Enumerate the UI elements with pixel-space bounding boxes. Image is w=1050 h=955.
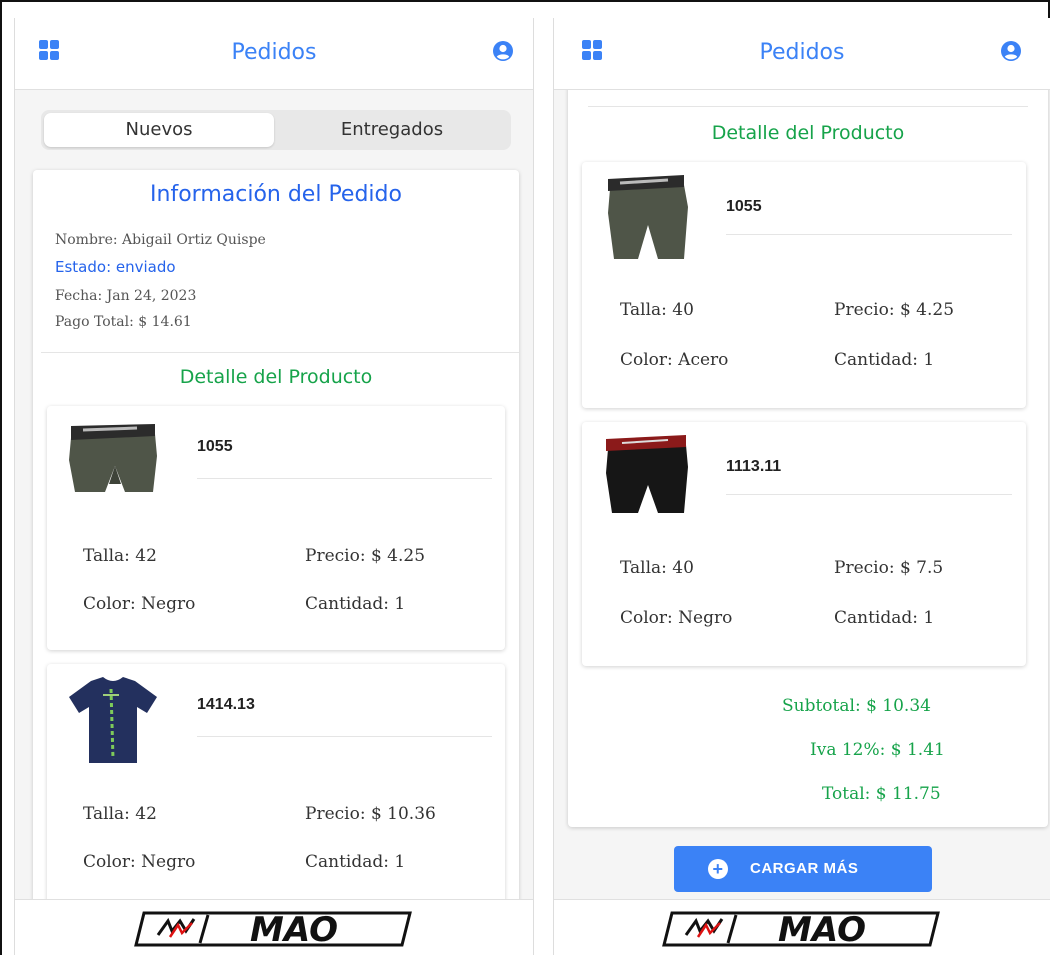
order-card: Detalle del Producto 1055 Talla: 40 Prec…: [568, 90, 1048, 827]
app-header: Pedidos: [554, 18, 1050, 90]
logo-text: MAO: [778, 910, 866, 949]
order-name: Nombre: Abigail Ortiz Quispe: [55, 232, 266, 248]
logo-text: MAO: [250, 910, 338, 949]
load-more-button[interactable]: + CARGAR MÁS: [674, 846, 932, 892]
brand-logo: MAO: [134, 910, 412, 949]
order-card: Información del Pedido Nombre: Abigail O…: [33, 170, 519, 899]
orders-content-scrolled: Detalle del Producto 1055 Talla: 40 Prec…: [554, 90, 1050, 899]
product-price: Precio: $ 7.5: [834, 558, 944, 578]
divider: [197, 736, 492, 737]
order-date: Fecha: Jan 24, 2023: [55, 288, 197, 304]
boxer-gray-image: [69, 424, 157, 492]
product-quantity: Cantidad: 1: [305, 852, 406, 872]
product-code: 1055: [726, 198, 762, 215]
product-card[interactable]: 1055 Talla: 42 Precio: $ 4.25 Color: Neg…: [47, 406, 505, 650]
total-value: Total: $ 11.75: [822, 784, 941, 804]
product-size: Talla: 40: [620, 300, 694, 320]
product-price: Precio: $ 4.25: [305, 546, 426, 566]
footer: MAO: [554, 899, 1050, 955]
product-detail-heading: Detalle del Producto: [711, 122, 905, 144]
load-more-label: CARGAR MÁS: [750, 860, 859, 877]
order-status: Estado: enviado: [55, 258, 176, 276]
tab-entregados[interactable]: Entregados: [277, 113, 507, 147]
product-code: 1414.13: [197, 696, 255, 713]
product-color: Color: Negro: [83, 594, 196, 614]
product-color: Color: Acero: [620, 350, 729, 370]
page-title: Pedidos: [231, 40, 317, 65]
footer: MAO: [15, 899, 533, 955]
product-card[interactable]: 1055 Talla: 40 Precio: $ 4.25 Color: Ace…: [582, 162, 1026, 408]
product-code: 1055: [197, 438, 233, 455]
subtotal-value: Subtotal: $ 10.34: [782, 696, 931, 716]
orders-content: Nuevos Entregados Información del Pedido…: [15, 90, 533, 899]
product-quantity: Cantidad: 1: [834, 350, 935, 370]
product-size: Talla: 42: [83, 546, 157, 566]
order-info-heading: Información del Pedido: [150, 182, 402, 207]
order-total-paid: Pago Total: $ 14.61: [55, 314, 192, 330]
divider: [197, 478, 492, 479]
boxer-gray-image: [608, 175, 688, 259]
divider: [41, 352, 519, 353]
product-card[interactable]: 1414.13 Talla: 42 Precio: $ 10.36 Color:…: [47, 664, 505, 899]
phone-screen-right: Pedidos Detalle del Producto 1055 Talla:…: [553, 18, 1050, 955]
page-title: Pedidos: [759, 40, 845, 65]
tshirt-navy-image: [69, 677, 157, 763]
brand-logo: MAO: [662, 910, 940, 949]
divider: [726, 234, 1012, 235]
divider: [726, 494, 1012, 495]
divider: [588, 106, 1028, 107]
iva-value: Iva 12%: $ 1.41: [810, 740, 945, 760]
product-color: Color: Negro: [83, 852, 196, 872]
user-circle-icon[interactable]: [493, 41, 513, 61]
product-price: Precio: $ 4.25: [834, 300, 955, 320]
product-detail-heading: Detalle del Producto: [179, 366, 373, 388]
product-card[interactable]: 1113.11 Talla: 40 Precio: $ 7.5 Color: N…: [582, 422, 1026, 666]
boxer-black-image: [606, 435, 688, 513]
user-circle-icon[interactable]: [1001, 41, 1021, 61]
product-size: Talla: 42: [83, 804, 157, 824]
phone-screen-left: Pedidos Nuevos Entregados Información de…: [14, 18, 534, 955]
tab-nuevos[interactable]: Nuevos: [44, 113, 274, 147]
plus-circle-icon: +: [708, 859, 728, 879]
app-header: Pedidos: [15, 18, 533, 90]
product-quantity: Cantidad: 1: [834, 608, 935, 628]
product-quantity: Cantidad: 1: [305, 594, 406, 614]
product-price: Precio: $ 10.36: [305, 804, 436, 824]
product-size: Talla: 40: [620, 558, 694, 578]
product-color: Color: Negro: [620, 608, 733, 628]
orders-segment: Nuevos Entregados: [41, 110, 511, 150]
product-code: 1113.11: [726, 458, 782, 475]
